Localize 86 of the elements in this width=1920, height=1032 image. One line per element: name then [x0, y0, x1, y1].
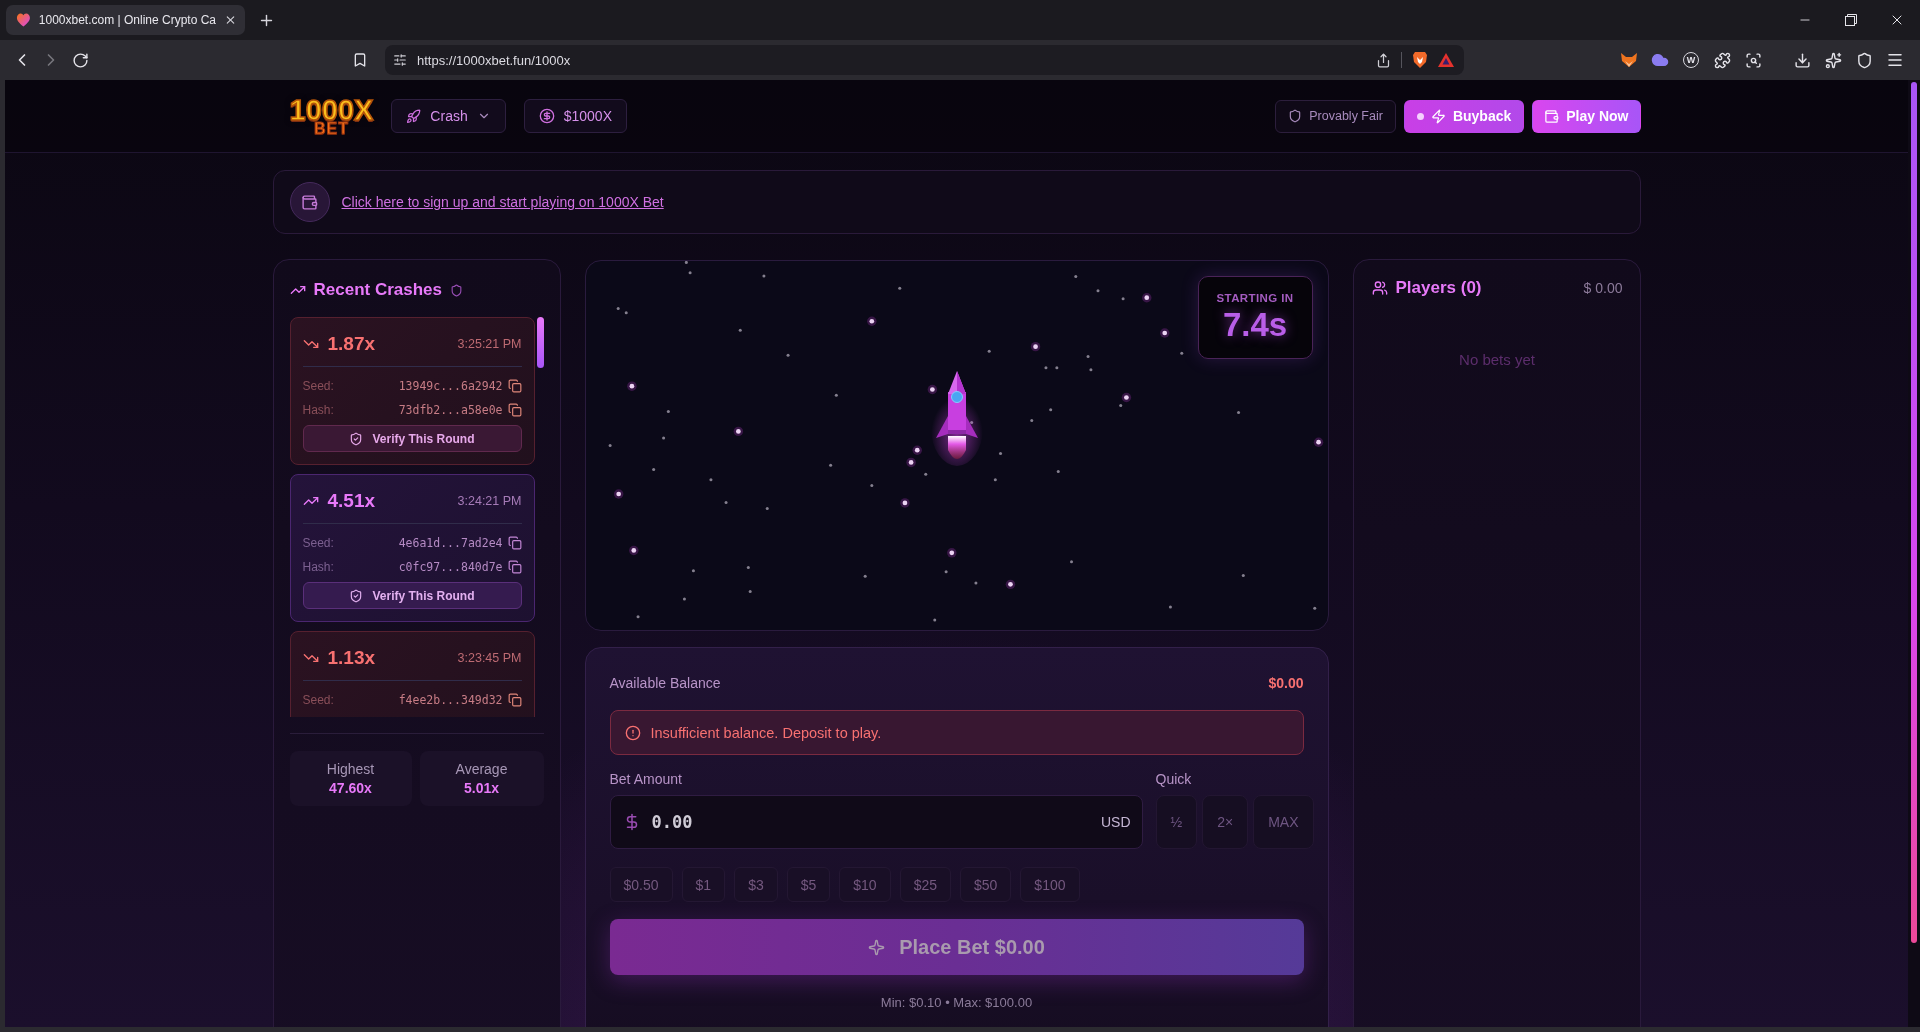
- tab-title: 1000xbet.com | Online Crypto Ca: [38, 13, 217, 27]
- shield-check-icon: [349, 588, 364, 603]
- crash-round-card[interactable]: 1.13x 3:23:45 PM Seed: f4ee2b...349d32: [289, 631, 535, 717]
- stat-label: Average: [455, 761, 508, 777]
- sparkle-icon: [868, 938, 886, 956]
- balance-label: Available Balance: [609, 675, 721, 691]
- players-total: $ 0.00: [1583, 280, 1623, 296]
- round-time: 3:23:45 PM: [457, 651, 522, 665]
- heart-icon: [16, 12, 31, 28]
- verify-round-button[interactable]: Verify This Round: [302, 425, 522, 452]
- crash-multiplier: 4.51x: [327, 490, 376, 512]
- game-menu-dropdown[interactable]: Crash: [391, 99, 506, 133]
- empty-message: No bets yet: [1458, 351, 1536, 368]
- shield-check-icon: [349, 431, 364, 446]
- crash-multiplier: 1.13x: [327, 647, 376, 669]
- share-icon[interactable]: [1376, 52, 1391, 68]
- close-tab-icon[interactable]: [224, 13, 237, 27]
- browser-tab[interactable]: 1000xbet.com | Online Crypto Ca: [6, 5, 245, 35]
- alert-icon: [624, 724, 641, 741]
- round-field-value: 4e6a1d...7ad2e4: [398, 536, 503, 550]
- players-title: Players (0): [1395, 278, 1482, 298]
- url-text: https://1000xbet.fun/1000x: [417, 52, 572, 68]
- countdown-label: STARTING IN: [1216, 291, 1294, 304]
- stat-label: Highest: [326, 761, 375, 777]
- round-field-value: 73dfb2...a58e0e: [398, 403, 503, 417]
- fox-icon[interactable]: [1620, 52, 1638, 68]
- bookmark-icon[interactable]: [352, 52, 368, 68]
- shield-icon: [1288, 109, 1303, 123]
- play-now-button[interactable]: Play Now: [1532, 99, 1641, 133]
- shield-icon: [450, 283, 463, 297]
- coin-icon: [538, 108, 555, 124]
- round-field-label: Hash:: [302, 560, 334, 574]
- address-bar[interactable]: https://1000xbet.fun/1000x: [385, 45, 1464, 75]
- copy-icon[interactable]: [507, 536, 522, 550]
- copy-icon[interactable]: [507, 379, 522, 393]
- reload-icon[interactable]: [71, 51, 89, 69]
- scrollbar-thumb[interactable]: [536, 317, 544, 368]
- balance-value: $0.00: [1268, 675, 1304, 691]
- round-field-label: Seed:: [302, 693, 334, 707]
- signup-link[interactable]: Click here to sign up and start playing on 1000X Bet: [341, 194, 664, 210]
- triangle-icon[interactable]: [1438, 53, 1454, 67]
- verify-round-button[interactable]: Verify This Round: [302, 582, 522, 609]
- stat-value: 5.01x: [463, 780, 499, 796]
- restore-icon[interactable]: [1845, 14, 1857, 26]
- copy-icon[interactable]: [507, 403, 522, 417]
- shield-badge-icon[interactable]: [1412, 51, 1428, 69]
- quick-label: Quick: [1155, 771, 1193, 787]
- buyback-button[interactable]: Buyback: [1403, 99, 1525, 133]
- crash-multiplier: 1.87x: [327, 333, 376, 355]
- alert-message: Insufficient balance. Deposit to play.: [650, 724, 882, 741]
- bet-limits-text: Min: $0.10 • Max: $100.00: [879, 995, 1034, 1010]
- round-field-value: c0fc97...840d7e: [398, 560, 503, 574]
- round-field-label: Hash:: [302, 403, 334, 417]
- stat-value: 47.60x: [329, 780, 372, 796]
- crash-round-card[interactable]: 4.51x 3:24:21 PM Seed: 4e6a1d...7ad2e4 Hash: c0fc97...840d7e Verify This Round: [289, 474, 535, 622]
- wallet-icon: [289, 182, 330, 222]
- brand-logo[interactable]: 1000X BET: [289, 96, 374, 136]
- wallet-icon: [1544, 108, 1560, 124]
- copy-icon[interactable]: [507, 560, 522, 574]
- round-time: 3:24:21 PM: [457, 494, 522, 508]
- token-button[interactable]: $1000X: [523, 99, 627, 133]
- countdown-timer: 7.4s: [1222, 305, 1288, 344]
- round-field-label: Seed:: [302, 379, 334, 393]
- lightning-icon: [1430, 108, 1446, 124]
- round-time: 3:25:21 PM: [457, 337, 522, 351]
- page-scrollbar-thumb[interactable]: [1911, 82, 1917, 943]
- recent-crashes-title: Recent Crashes: [313, 280, 442, 300]
- round-field-value: f4ee2b...349d32: [398, 693, 503, 707]
- shield-icon[interactable]: [1855, 51, 1873, 69]
- users-icon: [1371, 280, 1388, 296]
- puzzle-icon[interactable]: [1713, 51, 1731, 69]
- sparkles-icon[interactable]: [1824, 51, 1842, 69]
- provably-fair-button[interactable]: Provably Fair: [1275, 99, 1396, 133]
- round-field-value: 13949c...6a2942: [398, 379, 503, 393]
- menu-icon[interactable]: [1886, 51, 1904, 69]
- copy-icon[interactable]: [507, 693, 522, 707]
- scan-search-icon[interactable]: [1744, 51, 1762, 69]
- download-icon[interactable]: [1793, 51, 1811, 69]
- rocket-icon: [406, 108, 422, 124]
- status-dot-icon: [1416, 112, 1424, 120]
- currency-label: USD: [1100, 814, 1131, 830]
- cloud-icon[interactable]: [1651, 51, 1669, 69]
- site-settings-icon[interactable]: [393, 53, 407, 67]
- round-field-label: Seed:: [302, 536, 334, 550]
- bet-amount-label: Bet Amount: [609, 771, 683, 787]
- crash-round-card[interactable]: 1.87x 3:25:21 PM Seed: 13949c...6a2942 Hash: 73dfb2...a58e0e Verify This Round: [289, 317, 535, 465]
